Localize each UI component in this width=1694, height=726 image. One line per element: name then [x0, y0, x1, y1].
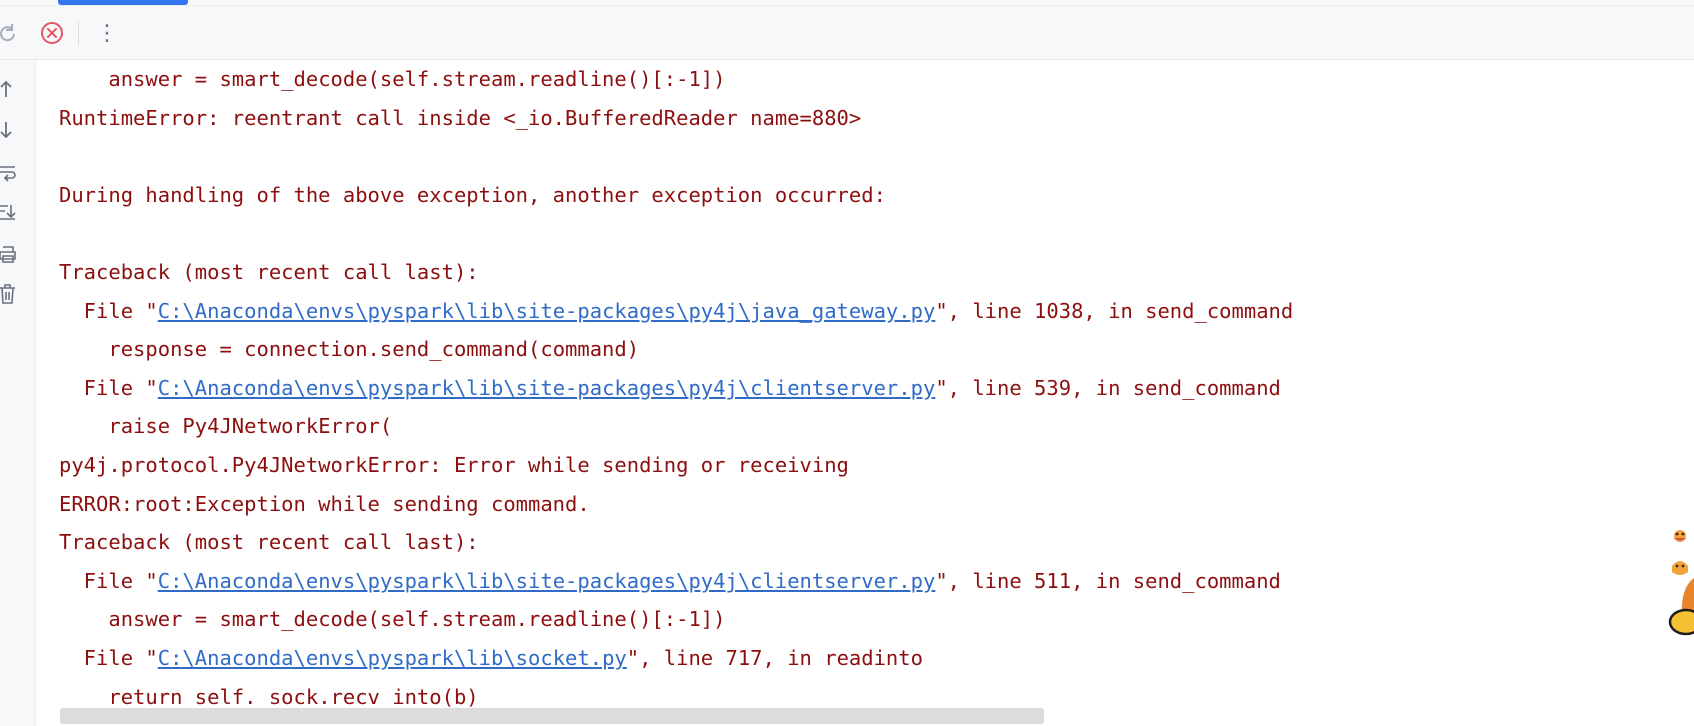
stop-icon: [41, 22, 63, 44]
message-text: RuntimeError: reentrant call inside <_io…: [59, 105, 862, 130]
file-location: ", line 717, in readinto: [626, 646, 923, 670]
console-line: During handling of the above exception, …: [59, 180, 886, 210]
console-line: Traceback (most recent call last):: [59, 527, 479, 557]
down-arrow-icon: [0, 122, 12, 139]
console-side-toolbar: [0, 60, 36, 726]
file-path-link[interactable]: C:\Anaconda\envs\pyspark\lib\socket.py: [158, 646, 627, 670]
console-line: raise Py4JNetworkError(: [59, 411, 392, 441]
console-line: File "C:\Anaconda\envs\pyspark\lib\site-…: [59, 296, 1294, 326]
console-output[interactable]: answer = smart_decode(self.stream.readli…: [36, 60, 1694, 712]
rerun-button[interactable]: [0, 19, 22, 47]
message-text: Traceback (most recent call last):: [59, 260, 479, 284]
file-prefix: File ": [59, 646, 158, 670]
code-text: response = connection.send_command(comma…: [108, 337, 640, 362]
stop-button[interactable]: [38, 19, 66, 47]
console-line: Traceback (most recent call last):: [59, 257, 479, 287]
file-prefix: File ": [59, 568, 158, 593]
file-path-link[interactable]: C:\Anaconda\envs\pyspark\lib\site-packag…: [158, 376, 936, 400]
file-path-link[interactable]: C:\Anaconda\envs\pyspark\lib\site-packag…: [158, 299, 936, 323]
code-text: raise Py4JNetworkError(: [108, 414, 393, 439]
console-line: answer = smart_decode(self.stream.readli…: [59, 604, 725, 634]
soft-wrap-icon: [0, 166, 16, 182]
console-line: RuntimeError: reentrant call inside <_io…: [59, 103, 861, 133]
console-line: answer = smart_decode(self.stream.readli…: [59, 64, 725, 94]
message-text: ERROR:root:Exception while sending comma…: [59, 491, 590, 516]
file-location: ", line 1038, in send_command: [935, 298, 1294, 323]
console-toolbar: ⋮: [0, 6, 1694, 60]
file-prefix: File ": [59, 375, 158, 400]
message-text: py4j.protocol.Py4JNetworkError: Error wh…: [59, 453, 849, 477]
trash-icon: [0, 284, 15, 304]
scroll-to-end-icon: [0, 205, 16, 220]
console-line: File "C:\Anaconda\envs\pyspark\lib\site-…: [59, 373, 1281, 403]
previous-occurrence-button[interactable]: [0, 77, 18, 101]
code-text: return self._sock.recv_into(b): [108, 684, 479, 709]
print-button[interactable]: [0, 242, 18, 266]
console-line: ERROR:root:Exception while sending comma…: [59, 489, 590, 519]
up-arrow-icon: [0, 80, 12, 97]
more-options-icon: ⋮: [96, 20, 118, 46]
console-line: File "C:\Anaconda\envs\pyspark\lib\socke…: [59, 643, 923, 673]
message-text: During handling of the above exception, …: [59, 182, 886, 207]
code-text: answer = smart_decode(self.stream.readli…: [108, 607, 726, 632]
console-line: response = connection.send_command(comma…: [59, 334, 639, 364]
scroll-to-end-button[interactable]: [0, 200, 18, 224]
soft-wrap-button[interactable]: [0, 160, 18, 184]
file-path-link[interactable]: C:\Anaconda\envs\pyspark\lib\site-packag…: [158, 569, 936, 593]
console-line: File "C:\Anaconda\envs\pyspark\lib\site-…: [59, 566, 1281, 596]
message-text: Traceback (most recent call last):: [59, 530, 479, 555]
toolbar-separator: [78, 22, 79, 46]
active-tab-indicator: [58, 0, 188, 5]
code-text: answer = smart_decode(self.stream.readli…: [108, 67, 726, 91]
mascot-decoration-icon: [1668, 530, 1694, 636]
file-location: ", line 511, in send_command: [935, 568, 1281, 593]
clear-all-button[interactable]: [0, 282, 18, 306]
console-line: py4j.protocol.Py4JNetworkError: Error wh…: [59, 450, 849, 480]
more-options-button[interactable]: ⋮: [93, 19, 121, 47]
file-prefix: File ": [59, 298, 158, 323]
print-icon: [0, 246, 16, 263]
next-occurrence-button[interactable]: [0, 118, 18, 142]
horizontal-scrollbar-thumb[interactable]: [60, 708, 1044, 724]
rerun-icon: [0, 24, 15, 42]
run-console-window: ⋮ answer = smart_decode(self.stream.read…: [0, 0, 1694, 726]
file-location: ", line 539, in send_command: [935, 375, 1281, 400]
